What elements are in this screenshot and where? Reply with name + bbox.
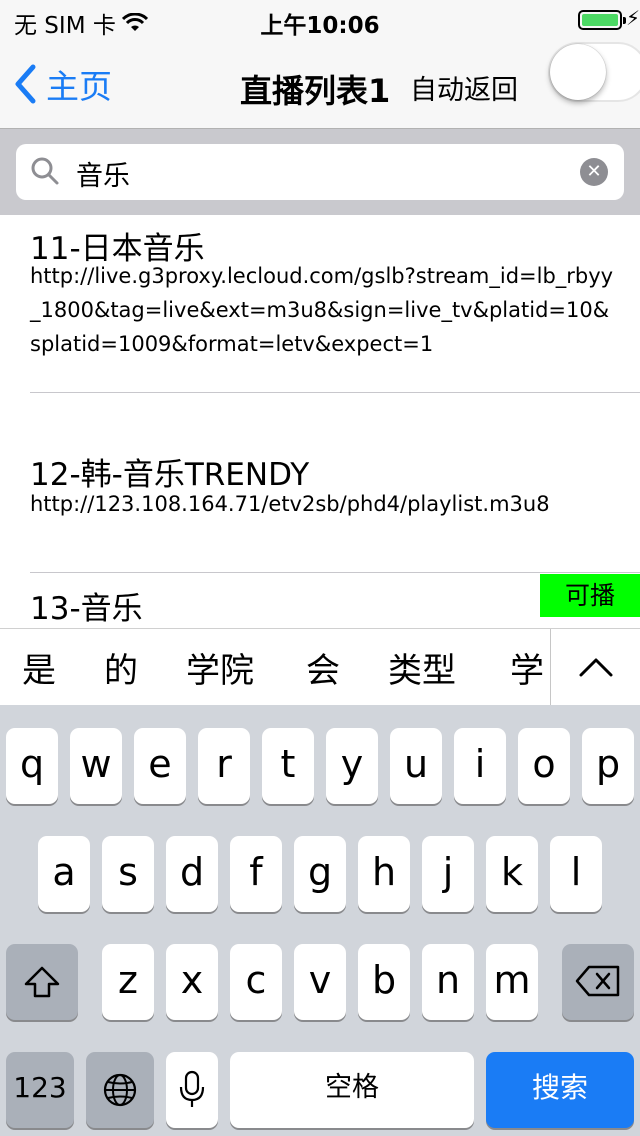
space-key[interactable]: 空格 bbox=[230, 1052, 474, 1128]
expand-candidates-button[interactable] bbox=[550, 629, 640, 705]
ime-candidate-bar: 是 的 学院 会 类型 学 bbox=[0, 628, 640, 706]
delete-key[interactable] bbox=[562, 944, 634, 1020]
candidate-item[interactable]: 类型 bbox=[388, 643, 456, 692]
globe-icon bbox=[103, 1073, 137, 1107]
search-bar: ✕ bbox=[0, 129, 640, 215]
key-b[interactable]: b bbox=[358, 944, 410, 1020]
candidate-item[interactable]: 会 bbox=[306, 643, 340, 692]
backspace-icon bbox=[575, 965, 620, 997]
chevron-up-icon bbox=[579, 658, 613, 677]
clear-search-icon[interactable]: ✕ bbox=[580, 158, 608, 186]
key-c[interactable]: c bbox=[230, 944, 282, 1020]
list-item[interactable]: 11-日本音乐 http://live.g3proxy.lecloud.com/… bbox=[0, 215, 640, 393]
channel-url: http://live.g3proxy.lecloud.com/gslb?str… bbox=[30, 264, 614, 356]
back-button[interactable]: 主页 bbox=[14, 60, 112, 108]
search-key[interactable]: 搜索 bbox=[486, 1052, 634, 1128]
key-g[interactable]: g bbox=[294, 836, 346, 912]
key-j[interactable]: j bbox=[422, 836, 474, 912]
status-time: 上午10:06 bbox=[260, 13, 380, 39]
key-w[interactable]: w bbox=[70, 728, 122, 804]
list-item[interactable]: 12-韩-音乐TRENDY http://123.108.164.71/etv2… bbox=[0, 393, 640, 573]
globe-key[interactable] bbox=[86, 1052, 154, 1128]
key-p[interactable]: p bbox=[582, 728, 634, 804]
key-e[interactable]: e bbox=[134, 728, 186, 804]
key-q[interactable]: q bbox=[6, 728, 58, 804]
key-s[interactable]: s bbox=[102, 836, 154, 912]
dictation-key[interactable] bbox=[166, 1052, 218, 1128]
list-item[interactable]: 可播 13-音乐 bbox=[0, 573, 640, 628]
microphone-icon bbox=[179, 1070, 205, 1107]
channel-name: 13-音乐 bbox=[30, 591, 143, 627]
key-z[interactable]: z bbox=[102, 944, 154, 1020]
shift-icon bbox=[24, 966, 60, 998]
playable-badge: 可播 bbox=[540, 574, 640, 617]
key-n[interactable]: n bbox=[422, 944, 474, 1020]
channel-list[interactable]: 11-日本音乐 http://live.g3proxy.lecloud.com/… bbox=[0, 215, 640, 628]
key-v[interactable]: v bbox=[294, 944, 346, 1020]
key-h[interactable]: h bbox=[358, 836, 410, 912]
auto-return-label: 自动返回 bbox=[410, 75, 518, 106]
key-m[interactable]: m bbox=[486, 944, 538, 1020]
charging-bolt-icon: ⚡ bbox=[625, 6, 640, 30]
search-icon bbox=[31, 157, 59, 185]
toggle-knob bbox=[550, 44, 606, 100]
candidate-item[interactable]: 的 bbox=[104, 643, 138, 692]
key-r[interactable]: r bbox=[198, 728, 250, 804]
navigation-bar: 主页 直播列表1 自动返回 bbox=[0, 40, 640, 129]
battery-icon bbox=[578, 10, 626, 30]
candidate-item[interactable]: 是 bbox=[22, 643, 56, 692]
key-u[interactable]: u bbox=[390, 728, 442, 804]
search-field: ✕ bbox=[16, 144, 624, 200]
key-o[interactable]: o bbox=[518, 728, 570, 804]
key-y[interactable]: y bbox=[326, 728, 378, 804]
key-x[interactable]: x bbox=[166, 944, 218, 1020]
candidate-item[interactable]: 学院 bbox=[186, 643, 254, 692]
key-f[interactable]: f bbox=[230, 836, 282, 912]
candidate-item[interactable]: 学 bbox=[510, 643, 544, 692]
auto-return-toggle[interactable] bbox=[548, 42, 640, 102]
search-input[interactable] bbox=[74, 152, 578, 194]
key-k[interactable]: k bbox=[486, 836, 538, 912]
key-i[interactable]: i bbox=[454, 728, 506, 804]
numbers-key[interactable]: 123 bbox=[6, 1052, 74, 1128]
status-bar: 无 SIM 卡 上午10:06 ⚡ bbox=[0, 0, 640, 40]
key-d[interactable]: d bbox=[166, 836, 218, 912]
page-title: 直播列表1 bbox=[240, 72, 391, 110]
key-a[interactable]: a bbox=[38, 836, 90, 912]
keyboard: q w e r t y u i o p a s d f g h j k l z … bbox=[0, 705, 640, 1136]
channel-url: http://123.108.164.71/etv2sb/phd4/playli… bbox=[30, 492, 550, 516]
chevron-left-icon bbox=[15, 64, 36, 104]
key-t[interactable]: t bbox=[262, 728, 314, 804]
shift-key[interactable] bbox=[6, 944, 78, 1020]
back-label: 主页 bbox=[46, 67, 112, 106]
key-l[interactable]: l bbox=[550, 836, 602, 912]
